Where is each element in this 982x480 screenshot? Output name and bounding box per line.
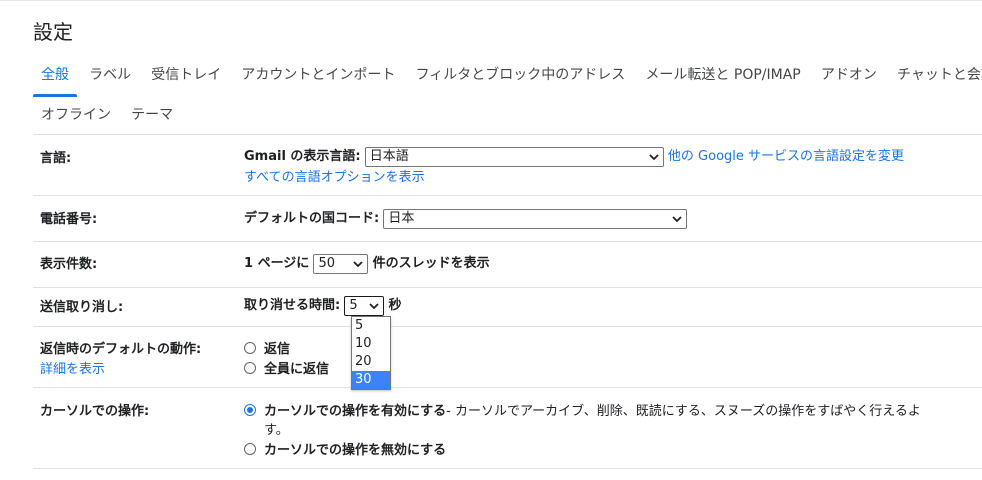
disable-cursor-actions-option[interactable]: カーソルでの操作を無効にする xyxy=(244,439,446,458)
tab-offline[interactable]: オフライン xyxy=(33,96,119,134)
chevron-down-icon xyxy=(649,153,659,160)
top-divider xyxy=(0,0,982,1)
reply-option[interactable]: 返信 xyxy=(244,338,290,357)
enable-cursor-actions-desc: - カーソルでアーカイブ、削除、既読にする、スヌーズの操作をすばやく行えるよ xyxy=(446,404,921,419)
phone-section: 電話番号: デフォルトの国コード: 日本 xyxy=(33,196,982,242)
undo-time-select[interactable]: 5 xyxy=(344,295,385,316)
page-size-label: 表示件数: xyxy=(40,257,98,272)
undo-time-label: 取り消せる時間: xyxy=(244,298,341,313)
tab-addons[interactable]: アドオン xyxy=(813,56,885,94)
page-size-select[interactable]: 50 xyxy=(313,253,369,274)
dropdown-option[interactable]: 10 xyxy=(352,335,390,353)
enable-cursor-actions-desc-cont: す。 xyxy=(264,423,289,438)
tab-inbox[interactable]: 受信トレイ xyxy=(143,56,229,94)
display-language-value: 日本語 xyxy=(369,148,409,164)
tab-labels[interactable]: ラベル xyxy=(81,56,139,94)
country-code-value: 日本 xyxy=(388,210,415,226)
page-size-prefix: 1 ページに xyxy=(244,256,310,271)
reply-default-label: 返信時のデフォルトの動作: xyxy=(40,342,202,357)
tab-accounts-import[interactable]: アカウントとインポート xyxy=(233,56,403,94)
undo-time-value: 5 xyxy=(349,297,358,313)
chevron-down-icon xyxy=(369,302,379,309)
cursor-actions-section: カーソルでの操作: カーソルでの操作を有効にする - カーソルでアーカイブ、削除… xyxy=(33,388,982,469)
reply-details-link[interactable]: 詳細を表示 xyxy=(40,358,105,377)
phone-setting: デフォルトの国コード: 日本 xyxy=(244,207,688,229)
reply-default-section: 返信時のデフォルトの動作: 詳細を表示 返信 全員に返信 xyxy=(33,327,982,388)
page-size-suffix: 件のスレッドを表示 xyxy=(372,256,490,271)
country-code-select[interactable]: 日本 xyxy=(383,208,688,229)
reply-all-option[interactable]: 全員に返信 xyxy=(244,358,329,377)
tab-general[interactable]: 全般 xyxy=(33,56,77,97)
reply-all-option-label: 全員に返信 xyxy=(264,362,330,377)
page-title: 設定 xyxy=(33,20,73,44)
language-setting: Gmail の表示言語: 日本語 他の Google サービスの言語設定を変更 xyxy=(244,145,904,167)
google-language-settings-link[interactable]: 他の Google サービスの言語設定を変更 xyxy=(668,149,904,164)
disable-cursor-actions-label: カーソルでの操作を無効にする xyxy=(264,443,447,458)
page-size-section: 表示件数: 1 ページに 50 件のスレッドを表示 xyxy=(33,242,982,288)
tab-chat-meet[interactable]: チャットと会議 xyxy=(889,56,982,94)
cursor-actions-label: カーソルでの操作: xyxy=(40,404,150,419)
display-language-label: Gmail の表示言語: xyxy=(244,149,361,164)
tab-filters-blocked[interactable]: フィルタとブロック中のアドレス xyxy=(408,56,634,94)
tab-forwarding-pop-imap[interactable]: メール転送と POP/IMAP xyxy=(637,56,808,94)
phone-label: 電話番号: xyxy=(40,212,98,227)
undo-send-section: 送信取り消し: 取り消せる時間: 5 秒 xyxy=(33,288,982,327)
tab-themes[interactable]: テーマ xyxy=(123,96,181,134)
radio-button[interactable] xyxy=(244,361,256,374)
language-label: 言語: xyxy=(40,151,72,166)
chevron-down-icon xyxy=(353,260,364,267)
reply-option-label: 返信 xyxy=(264,342,291,357)
display-language-select[interactable]: 日本語 xyxy=(364,146,664,167)
undo-send-label: 送信取り消し: xyxy=(40,300,124,315)
dropdown-option[interactable]: 20 xyxy=(352,353,390,371)
language-section: 言語: Gmail の表示言語: 日本語 他の Google サービスの言語設定… xyxy=(33,135,982,196)
dropdown-option[interactable]: 5 xyxy=(352,317,390,335)
country-code-label: デフォルトの国コード: xyxy=(244,211,380,226)
dropdown-option-highlighted[interactable]: 30 xyxy=(352,371,390,389)
radio-button[interactable] xyxy=(244,442,256,455)
enable-cursor-actions-option[interactable]: カーソルでの操作を有効にする - カーソルでアーカイブ、削除、既読にする、スヌー… xyxy=(244,400,921,419)
enable-cursor-actions-label: カーソルでの操作を有効にする xyxy=(264,404,447,419)
undo-send-setting: 取り消せる時間: 5 秒 xyxy=(244,294,402,316)
all-language-options-link[interactable]: すべての言語オプションを表示 xyxy=(244,166,425,185)
page-size-value: 50 xyxy=(318,255,335,271)
settings-tabs-row-2: オフライン テーマ xyxy=(33,96,181,132)
chevron-down-icon xyxy=(672,215,682,222)
undo-time-dropdown-list[interactable]: 5 10 20 30 xyxy=(351,316,391,390)
settings-tabs-row-1: 全般 ラベル 受信トレイ アカウントとインポート フィルタとブロック中のアドレス… xyxy=(33,56,982,97)
page-size-setting: 1 ページに 50 件のスレッドを表示 xyxy=(244,252,490,274)
radio-button-selected[interactable] xyxy=(244,403,256,416)
radio-button[interactable] xyxy=(244,341,256,354)
undo-time-unit: 秒 xyxy=(388,298,402,313)
